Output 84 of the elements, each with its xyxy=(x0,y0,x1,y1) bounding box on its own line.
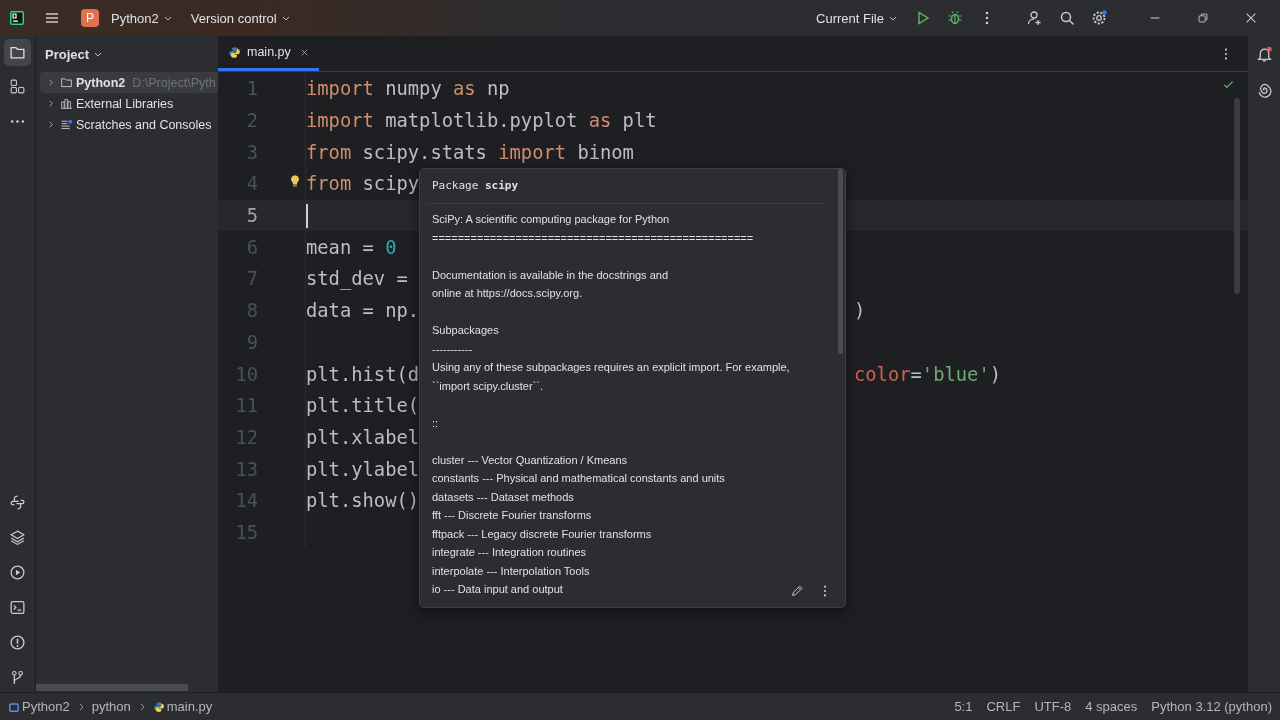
add-user-icon[interactable] xyxy=(1027,10,1043,26)
python-file-icon xyxy=(152,700,165,713)
doc-text: cluster --- Vector Quantization / Kmeans xyxy=(432,452,628,468)
run-configuration-dropdown[interactable]: Current File xyxy=(810,6,904,30)
doc-text: Subpackages xyxy=(432,323,499,338)
code-text: std_dev = xyxy=(306,268,408,290)
code-text: import numpy as np xyxy=(306,78,510,100)
search-icon[interactable] xyxy=(1059,10,1075,26)
module-icon xyxy=(8,700,20,713)
doc-text: constants --- Physical and mathematical constants and units xyxy=(432,471,725,486)
doc-text: :: xyxy=(432,415,439,431)
code-text: from scipy.stats import binom xyxy=(306,141,634,163)
scrollbar[interactable] xyxy=(36,684,188,691)
services-icon[interactable] xyxy=(9,564,26,581)
text-caret xyxy=(306,203,308,228)
chevron-right-icon[interactable] xyxy=(46,78,55,87)
scratch-file-icon xyxy=(60,118,73,131)
popup-title: Package scipy xyxy=(431,178,520,194)
layers-icon[interactable] xyxy=(9,529,26,546)
close-icon[interactable] xyxy=(299,47,309,57)
scrollbar[interactable] xyxy=(838,169,843,354)
code-text: ) xyxy=(854,300,866,322)
git-branch-icon[interactable] xyxy=(9,669,26,686)
panel-title[interactable]: Project xyxy=(45,46,90,62)
python-console-icon[interactable] xyxy=(9,494,26,511)
notifications-icon[interactable] xyxy=(1255,46,1273,63)
scrollbar[interactable] xyxy=(1234,98,1240,294)
code-text: plt.title( xyxy=(306,395,420,417)
doc-text: Documentation is available in the docstrings and xyxy=(432,267,669,283)
status-item[interactable]: CRLF xyxy=(986,699,1021,714)
doc-text: fft --- Discrete Fourier transforms xyxy=(432,508,592,523)
breadcrumb[interactable]: main.py xyxy=(152,699,213,714)
tree-item[interactable]: External Libraries xyxy=(36,93,218,114)
restore-icon[interactable] xyxy=(1196,11,1210,25)
line-number: 5 xyxy=(245,205,258,227)
breadcrumb[interactable]: Python2 xyxy=(8,699,70,714)
version-control-dropdown[interactable]: Version control xyxy=(184,6,297,30)
status-item[interactable]: Python 3.12 (python) xyxy=(1151,699,1272,714)
library-icon xyxy=(60,97,73,110)
doc-text: Using any of these subpackages requires an explicit import. For example, xyxy=(432,360,790,375)
breadcrumb[interactable]: python xyxy=(91,699,131,714)
doc-text: interpolate --- Interpolation Tools xyxy=(432,563,590,579)
code-text: mean = 0 xyxy=(306,236,397,258)
folder-icon xyxy=(60,76,73,89)
settings-icon[interactable] xyxy=(1091,10,1107,26)
close-icon[interactable] xyxy=(1244,11,1258,25)
lightbulb-icon[interactable] xyxy=(288,174,302,188)
tree-item[interactable]: Scratches and Consoles xyxy=(36,114,218,135)
doc-text: ``import scipy.cluster``. xyxy=(432,378,544,394)
doc-text: ----------- xyxy=(432,341,473,357)
code-text: plt.hist(d xyxy=(306,363,420,385)
code-text: plt.show() xyxy=(306,490,420,512)
structure-icon[interactable] xyxy=(9,78,26,95)
file-tab[interactable]: main.py xyxy=(218,36,319,71)
menu-icon[interactable] xyxy=(44,10,60,26)
code-text: color='blue') xyxy=(854,363,1001,385)
bug-icon[interactable] xyxy=(947,10,963,26)
status-item[interactable]: 4 spaces xyxy=(1085,699,1138,714)
chevron-right-icon[interactable] xyxy=(46,120,55,129)
doc-text: datasets --- Dataset methods xyxy=(432,489,574,505)
project-badge: P xyxy=(81,9,99,27)
pencil-icon[interactable] xyxy=(790,584,804,598)
status-item[interactable]: 5:1 xyxy=(954,699,973,714)
code-text: data = np. xyxy=(306,300,420,322)
python-file-icon xyxy=(228,45,241,59)
project-dropdown[interactable]: Python2 xyxy=(105,6,179,30)
code-text: plt.xlabel xyxy=(306,426,420,448)
code-text: import matplotlib.pyplot as plt xyxy=(306,110,657,132)
doc-text: online at https://docs.scipy.org. xyxy=(432,286,583,301)
terminal-icon[interactable] xyxy=(9,599,26,616)
folder-icon[interactable] xyxy=(4,39,31,66)
code-text: plt.ylabel xyxy=(306,458,420,480)
doc-text: fftpack --- Legacy discrete Fourier transforms xyxy=(432,526,652,542)
app-logo-icon[interactable] xyxy=(9,10,25,26)
doc-text: integrate --- Integration routines xyxy=(432,545,587,560)
doc-text: ================================================== xyxy=(432,230,754,246)
doc-text: io --- Data input and output xyxy=(432,582,563,597)
status-item[interactable]: UTF-8 xyxy=(1034,699,1072,714)
problems-icon[interactable] xyxy=(9,634,26,651)
tree-item[interactable]: Python2 D:\Project\Pyth xyxy=(40,72,218,93)
doc-text: SciPy: A scientific computing package for Python xyxy=(432,212,670,227)
run-icon[interactable] xyxy=(915,10,931,26)
chevron-right-icon[interactable] xyxy=(46,99,55,108)
code-text: from scipy xyxy=(306,173,420,195)
